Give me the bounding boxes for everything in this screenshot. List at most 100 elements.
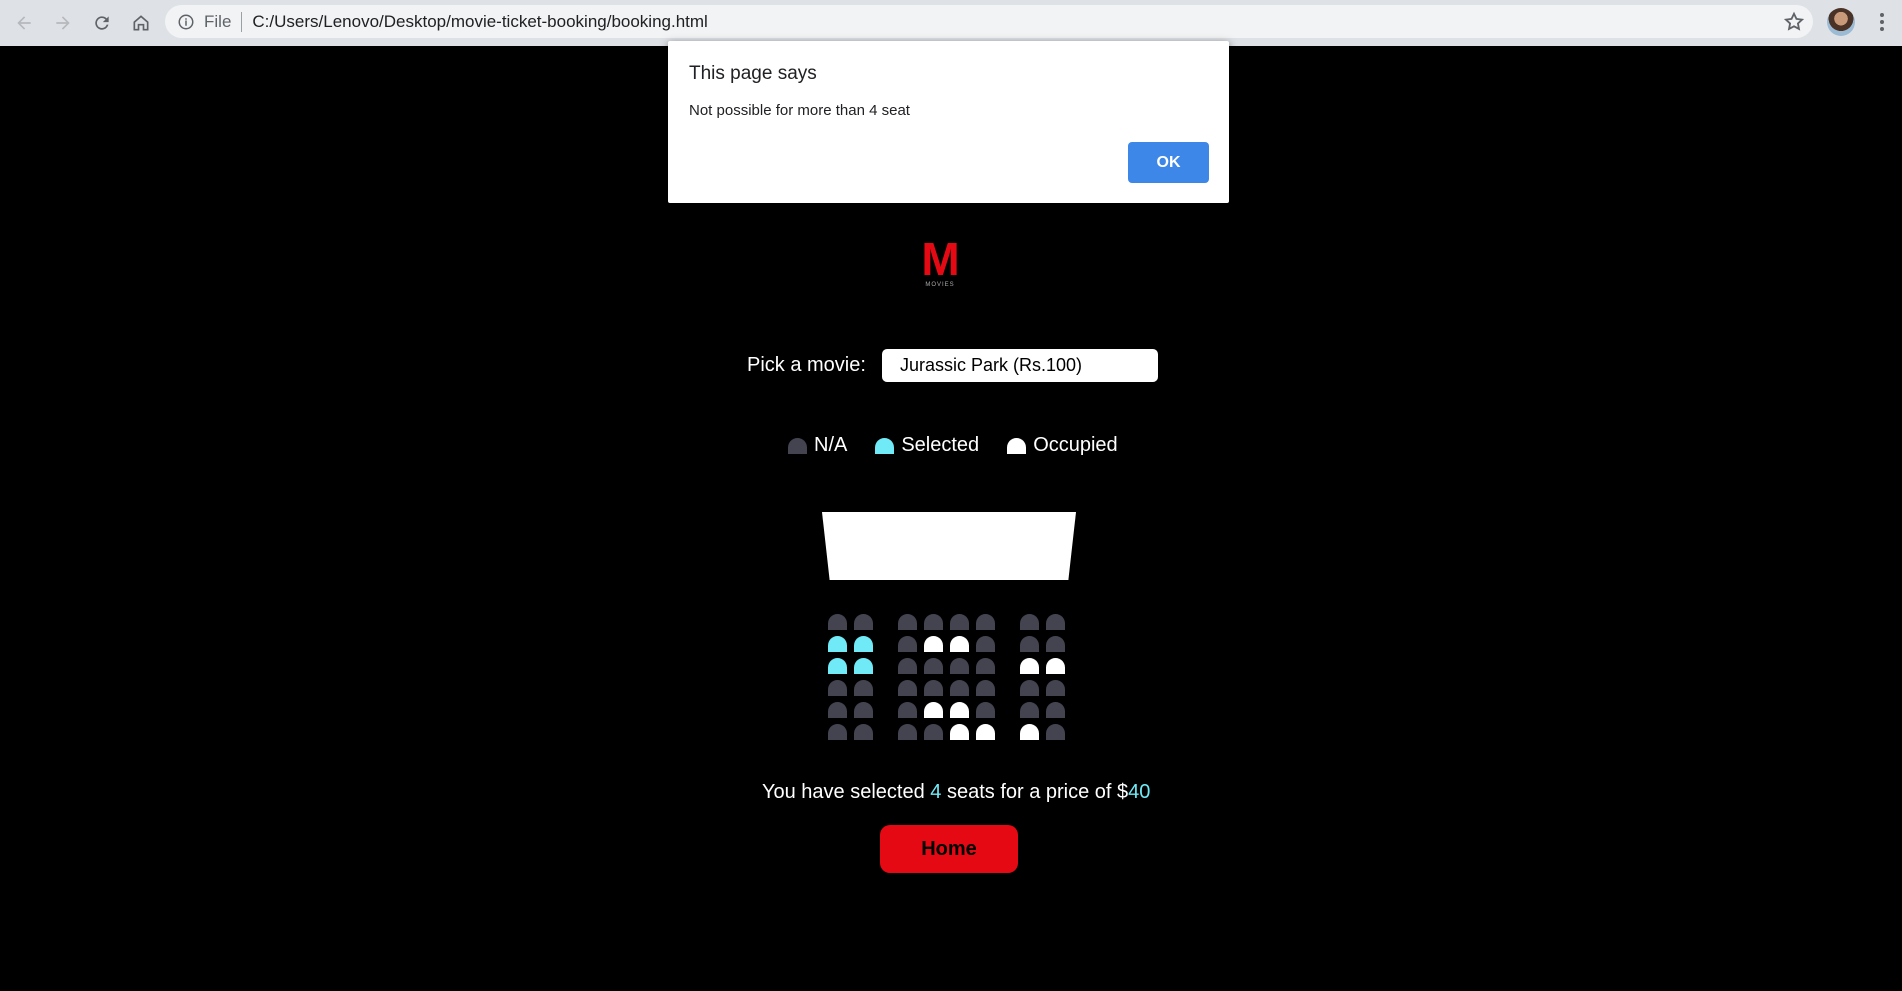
aisle-gap xyxy=(880,702,898,724)
seat-na[interactable] xyxy=(898,614,917,630)
aisle-gap xyxy=(1002,658,1020,680)
seat-na[interactable] xyxy=(976,636,995,652)
seat-na[interactable] xyxy=(1046,724,1065,740)
url-scheme: File xyxy=(204,11,232,31)
bookmark-star-icon[interactable] xyxy=(1783,11,1805,33)
seat-na[interactable] xyxy=(854,614,873,630)
seat-na[interactable] xyxy=(828,702,847,718)
aisle-gap xyxy=(880,680,898,702)
aisle-gap xyxy=(880,658,898,680)
seat-na[interactable] xyxy=(898,702,917,718)
seat-row xyxy=(828,614,1072,636)
alert-dialog: This page says Not possible for more tha… xyxy=(668,41,1229,203)
divider xyxy=(241,11,243,32)
seat-na[interactable] xyxy=(828,614,847,630)
legend-item: Selected xyxy=(875,434,979,457)
address-bar[interactable]: File C:/Users/Lenovo/Desktop/movie-ticke… xyxy=(165,5,1813,38)
seat-na[interactable] xyxy=(976,614,995,630)
aisle-gap xyxy=(1002,614,1020,636)
seat-na[interactable] xyxy=(976,702,995,718)
summary-prefix: You have selected xyxy=(762,781,931,803)
seat-na[interactable] xyxy=(1046,680,1065,696)
logo-mark: M xyxy=(921,233,959,285)
menu-dots-icon[interactable] xyxy=(1870,10,1894,34)
seat-occupied xyxy=(976,724,995,740)
seat-na[interactable] xyxy=(1020,702,1039,718)
seat-occupied xyxy=(1046,658,1065,674)
seat-na[interactable] xyxy=(854,724,873,740)
dialog-message: Not possible for more than 4 seat xyxy=(689,102,910,119)
seat-na[interactable] xyxy=(924,614,943,630)
seat-map xyxy=(828,614,1072,746)
aisle-gap xyxy=(880,636,898,658)
reload-icon[interactable] xyxy=(87,8,117,38)
aisle-gap xyxy=(1002,636,1020,658)
legend-seat-selected xyxy=(875,437,895,454)
browser-toolbar: File C:/Users/Lenovo/Desktop/movie-ticke… xyxy=(0,0,1902,46)
seat-na[interactable] xyxy=(828,724,847,740)
seat-na[interactable] xyxy=(898,680,917,696)
cinema-screen xyxy=(822,512,1076,580)
home-icon[interactable] xyxy=(126,8,156,38)
logo-subtitle: MOVIES xyxy=(925,282,955,288)
seat-na[interactable] xyxy=(976,658,995,674)
aisle-gap xyxy=(880,614,898,636)
aisle-gap xyxy=(1002,724,1020,746)
dialog-title: This page says xyxy=(689,63,817,84)
seat-occupied xyxy=(1020,724,1039,740)
seat-na[interactable] xyxy=(950,614,969,630)
seat-na[interactable] xyxy=(1046,702,1065,718)
legend-label: N/A xyxy=(814,434,848,456)
home-button[interactable]: Home xyxy=(880,825,1018,873)
aisle-gap xyxy=(880,724,898,746)
seat-na[interactable] xyxy=(1046,614,1065,630)
seat-row xyxy=(828,636,1072,658)
seat-na[interactable] xyxy=(950,680,969,696)
seat-row xyxy=(828,680,1072,702)
seat-occupied xyxy=(950,636,969,652)
seat-selected[interactable] xyxy=(854,636,873,652)
seat-na[interactable] xyxy=(950,658,969,674)
ok-button[interactable]: OK xyxy=(1128,142,1209,183)
movie-select[interactable]: Jurassic Park (Rs.100) xyxy=(881,349,1158,382)
seat-row xyxy=(828,724,1072,746)
legend-item: N/A xyxy=(788,434,847,457)
aisle-gap xyxy=(1002,702,1020,724)
seat-selected[interactable] xyxy=(854,658,873,674)
profile-avatar[interactable] xyxy=(1827,8,1855,36)
aisle-gap xyxy=(1002,680,1020,702)
seat-na[interactable] xyxy=(854,702,873,718)
movie-picker: Pick a movie: Jurassic Park (Rs.100) xyxy=(747,349,1158,382)
selection-summary: You have selected 4 seats for a price of… xyxy=(762,781,1150,804)
selected-count: 4 xyxy=(930,781,942,803)
seat-na[interactable] xyxy=(1020,614,1039,630)
seat-na[interactable] xyxy=(898,636,917,652)
seat-na[interactable] xyxy=(898,724,917,740)
seat-na[interactable] xyxy=(976,680,995,696)
seat-occupied xyxy=(950,724,969,740)
seat-occupied xyxy=(950,702,969,718)
legend-label: Occupied xyxy=(1033,434,1118,456)
seat-na[interactable] xyxy=(854,680,873,696)
seat-na[interactable] xyxy=(924,658,943,674)
seat-occupied xyxy=(1020,658,1039,674)
summary-middle: seats for a price of $ xyxy=(941,781,1129,803)
seat-na[interactable] xyxy=(924,680,943,696)
seat-selected[interactable] xyxy=(828,658,847,674)
back-arrow-icon[interactable] xyxy=(9,8,39,38)
app-logo: M MOVIES xyxy=(920,236,960,288)
url-text[interactable]: C:/Users/Lenovo/Desktop/movie-ticket-boo… xyxy=(252,12,707,32)
info-icon[interactable] xyxy=(177,13,195,31)
seat-legend: N/A Selected Occupied xyxy=(788,434,1146,457)
seat-na[interactable] xyxy=(924,724,943,740)
forward-arrow-icon[interactable] xyxy=(48,8,78,38)
seat-na[interactable] xyxy=(1020,680,1039,696)
legend-seat-na xyxy=(788,437,807,454)
seat-selected[interactable] xyxy=(828,636,847,652)
legend-item: Occupied xyxy=(1007,434,1118,457)
seat-na[interactable] xyxy=(1020,636,1039,652)
seat-na[interactable] xyxy=(1046,636,1065,652)
seat-na[interactable] xyxy=(898,658,917,674)
seat-na[interactable] xyxy=(828,680,847,696)
seat-occupied xyxy=(924,702,943,718)
